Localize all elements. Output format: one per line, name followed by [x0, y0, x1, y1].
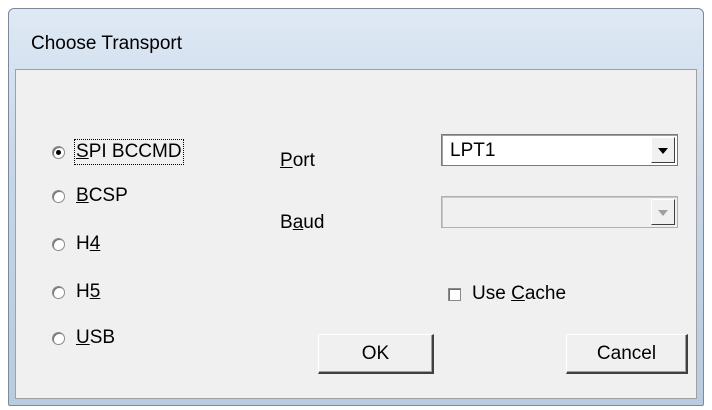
radio-button-icon: [52, 285, 65, 299]
radio-label: BCSP: [76, 185, 128, 206]
use-cache-checkbox[interactable]: Use Cache: [448, 282, 566, 306]
port-dropdown-button[interactable]: [651, 137, 675, 163]
dialog-body: SPI BCCMD BCSP H4 H5 USB Port LPT1 Baud: [15, 69, 697, 399]
cancel-button[interactable]: Cancel: [566, 334, 688, 374]
radio-button-icon: [52, 237, 65, 251]
radio-button-icon: [52, 189, 65, 203]
radio-label: USB: [76, 327, 116, 348]
radio-h5[interactable]: H5: [52, 280, 100, 304]
radio-label: H5: [76, 281, 101, 302]
radio-button-selected-icon: [52, 145, 65, 159]
radio-button-icon: [52, 331, 65, 345]
ok-button[interactable]: OK: [318, 334, 434, 374]
checkbox-icon: [448, 287, 461, 301]
use-cache-label: Use Cache: [472, 283, 567, 304]
port-label: Port: [280, 150, 315, 171]
radio-usb[interactable]: USB: [52, 326, 115, 350]
radio-label: H4: [76, 233, 101, 254]
baud-select: [441, 196, 678, 228]
baud-label: Baud: [280, 212, 325, 233]
baud-dropdown-button: [651, 199, 675, 225]
port-select[interactable]: LPT1: [441, 134, 678, 166]
title-bar[interactable]: Choose Transport: [9, 9, 703, 69]
dialog-title: Choose Transport: [31, 33, 183, 54]
port-select-value: LPT1: [450, 140, 496, 161]
chevron-down-icon: [658, 210, 668, 216]
choose-transport-dialog: Choose Transport SPI BCCMD BCSP H4 H5 US…: [8, 8, 704, 406]
radio-spi-bccmd[interactable]: SPI BCCMD: [52, 139, 184, 165]
chevron-down-icon: [658, 148, 668, 154]
radio-bcsp[interactable]: BCSP: [52, 184, 128, 208]
radio-label: SPI BCCMD: [74, 139, 184, 165]
radio-h4[interactable]: H4: [52, 232, 100, 256]
